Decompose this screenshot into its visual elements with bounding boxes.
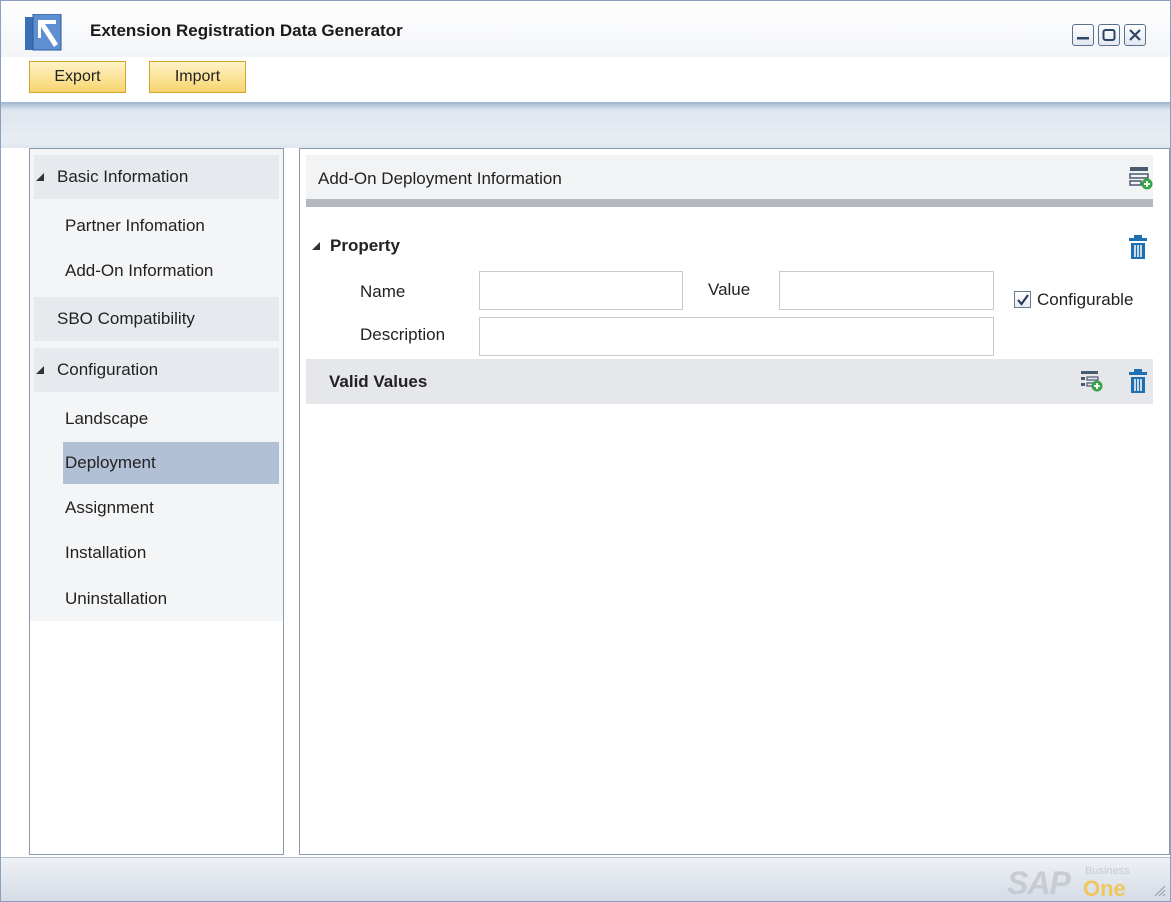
window-title: Extension Registration Data Generator [90,21,403,40]
description-input[interactable] [479,317,994,356]
name-label: Name [360,282,406,301]
header-divider [306,199,1153,207]
title-bar: Extension Registration Data Generator [1,1,1170,57]
resize-grip-icon[interactable] [1152,883,1166,897]
nav-item-assignment[interactable]: Assignment [63,487,279,529]
nav-group-label: Basic Information [57,167,189,186]
expanded-triangle-icon[interactable] [36,173,44,181]
app-logo-icon [25,13,69,54]
add-property-icon[interactable] [1129,165,1153,191]
property-section-header[interactable]: Property [312,236,400,256]
nav-item-landscape[interactable]: Landscape [63,398,279,440]
page-title: Add-On Deployment Information [318,169,562,188]
nav-group-label: SBO Compatibility [57,309,195,328]
value-label: Value [708,280,751,299]
import-button[interactable]: Import [149,61,246,93]
configurable-checkbox[interactable] [1014,291,1031,308]
toolbar: Export Import [1,57,1170,102]
navigation-panel: Basic Information Partner Infomation Add… [29,148,284,855]
delete-valid-value-icon[interactable] [1128,368,1148,394]
logo-sap-text: SAP [1007,865,1071,901]
expanded-triangle-icon[interactable] [312,242,320,250]
window-controls [1072,24,1146,46]
name-input[interactable] [479,271,683,310]
nav-item-deployment[interactable]: Deployment [63,442,279,484]
nav-item-uninstallation[interactable]: Uninstallation [63,578,279,620]
configurable-label: Configurable [1037,290,1134,309]
nav-group-sbo-compatibility[interactable]: SBO Compatibility [34,297,279,341]
minimize-icon[interactable] [1072,24,1094,46]
content-header: Add-On Deployment Information [306,155,1153,199]
description-label: Description [360,325,446,344]
delete-property-icon[interactable] [1128,234,1148,260]
close-icon[interactable] [1124,24,1146,46]
nav-group-label: Configuration [57,360,159,379]
expanded-triangle-icon[interactable] [36,366,44,374]
app-window: Extension Registration Data Generator Ex… [0,0,1171,902]
add-valid-value-icon[interactable] [1080,369,1104,393]
property-heading: Property [330,236,400,255]
status-bar: SAP Business One [1,857,1170,901]
export-button[interactable]: Export [29,61,126,93]
maximize-icon[interactable] [1098,24,1120,46]
logo-one-text: One [1083,876,1126,901]
nav-item-installation[interactable]: Installation [63,532,279,574]
sap-business-one-logo: SAP Business One [1007,865,1137,901]
content-panel: Add-On Deployment Information Property N… [299,148,1170,855]
valid-values-header: Valid Values [306,359,1153,404]
nav-item-partner-information[interactable]: Partner Infomation [63,205,279,247]
header-separator [1,102,1170,148]
nav-group-basic-information[interactable]: Basic Information [34,155,279,199]
value-input[interactable] [779,271,994,310]
nav-item-add-on-information[interactable]: Add-On Information [63,250,279,292]
nav-group-configuration[interactable]: Configuration [34,348,279,392]
valid-values-heading: Valid Values [329,372,428,391]
